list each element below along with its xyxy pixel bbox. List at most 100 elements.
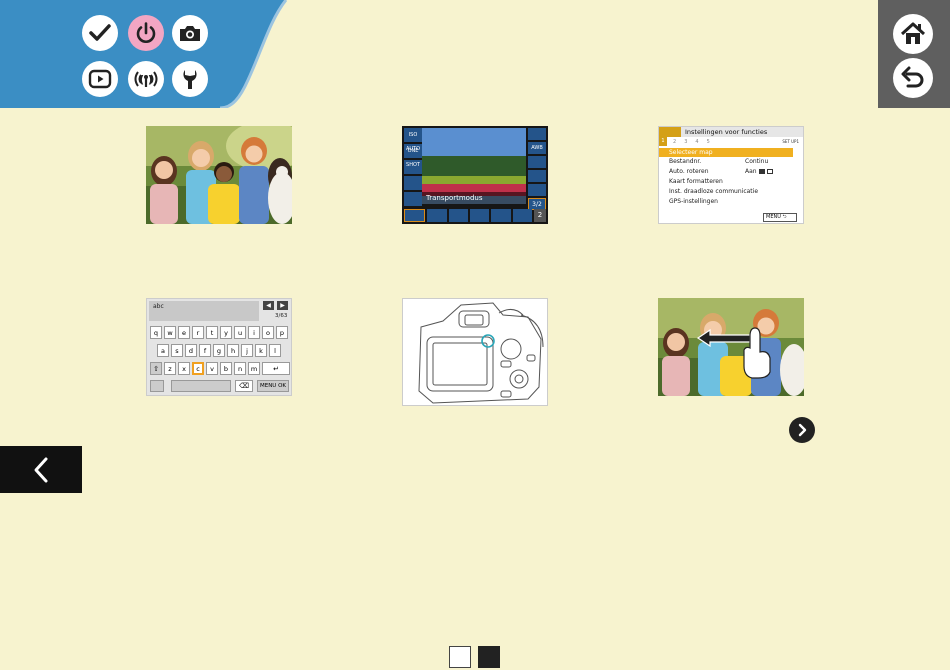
power-icon[interactable] bbox=[128, 15, 164, 51]
page-indicator-1[interactable] bbox=[449, 646, 471, 668]
key[interactable]: h bbox=[227, 344, 239, 357]
drive-option-single[interactable] bbox=[404, 209, 426, 222]
keyboard-row-1: q w e r t y u i o p bbox=[150, 326, 288, 339]
swipe-gesture-photo-thumbnail[interactable] bbox=[658, 298, 804, 396]
menu-row-file-numbering[interactable]: Bestandnr. Continu bbox=[659, 157, 803, 167]
quick-item-metering[interactable] bbox=[404, 176, 422, 190]
wireless-icon[interactable]: (ı) bbox=[128, 61, 164, 97]
quick-item-lighting[interactable] bbox=[528, 170, 546, 182]
key[interactable]: j bbox=[241, 344, 253, 357]
text-entry-field[interactable]: abc bbox=[149, 301, 259, 321]
quick-page-number: 2 bbox=[533, 209, 546, 222]
wrench-icon[interactable] bbox=[172, 61, 208, 97]
drive-option-low[interactable] bbox=[448, 209, 468, 222]
quick-control-screen-thumbnail[interactable]: ISO AUTO ONE SHOT AWB 3/2 Transportmodus… bbox=[402, 126, 548, 224]
menu-tab-1[interactable]: 1 bbox=[659, 137, 667, 146]
key[interactable]: a bbox=[157, 344, 169, 357]
quick-drive-options: 2 bbox=[404, 209, 546, 222]
quick-caption: Transportmodus bbox=[426, 194, 483, 202]
cursor-left-icon[interactable]: ◀ bbox=[263, 301, 274, 310]
quick-item-picture-style[interactable] bbox=[528, 156, 546, 168]
camera-icon[interactable] bbox=[172, 15, 208, 51]
menu-row-selected[interactable]: Selecteer map bbox=[659, 148, 793, 157]
menu-tab-4[interactable]: 4 bbox=[695, 139, 698, 145]
menu-row-auto-rotate[interactable]: Auto. roteren Aan bbox=[659, 167, 803, 177]
key[interactable]: u bbox=[234, 326, 246, 339]
input-mode-key-icon[interactable] bbox=[150, 380, 164, 392]
settings-menu-thumbnail[interactable]: Instellingen voor functies 1 2 3 4 5 SET… bbox=[658, 126, 804, 224]
menu-back-button[interactable]: MENU ⮌ bbox=[763, 213, 797, 222]
key[interactable]: i bbox=[248, 326, 260, 339]
key[interactable]: p bbox=[276, 326, 288, 339]
play-icon[interactable] bbox=[82, 61, 118, 97]
menu-row-label: Bestandnr. bbox=[669, 158, 702, 165]
quick-item-iso[interactable]: ISO AUTO bbox=[404, 128, 422, 152]
camera-back-illustration bbox=[402, 298, 548, 406]
page-indicator-2[interactable] bbox=[478, 646, 500, 668]
quick-item-back[interactable] bbox=[528, 128, 546, 140]
monitor-small-icon bbox=[767, 169, 773, 174]
key[interactable]: l bbox=[269, 344, 281, 357]
menu-row-format-card[interactable]: Kaart formatteren bbox=[659, 177, 803, 187]
key[interactable]: z bbox=[164, 362, 176, 375]
key[interactable]: f bbox=[199, 344, 211, 357]
quick-right-column: AWB 3/2 bbox=[528, 128, 546, 210]
previous-page-tab[interactable] bbox=[0, 446, 82, 493]
key-selected[interactable]: c bbox=[192, 362, 204, 375]
quick-item-quality[interactable] bbox=[404, 192, 422, 206]
drive-option-timer2[interactable] bbox=[491, 209, 511, 222]
quick-item-creative[interactable] bbox=[528, 184, 546, 196]
menu-button-label: MENU bbox=[766, 214, 781, 220]
menu-row-value: Continu bbox=[745, 158, 769, 165]
wrench-tab-icon bbox=[659, 127, 681, 137]
key[interactable]: b bbox=[220, 362, 232, 375]
menu-title-bar: Instellingen voor functies bbox=[659, 127, 803, 137]
menu-ok-button[interactable]: MENU OK bbox=[257, 380, 289, 392]
key[interactable]: r bbox=[192, 326, 204, 339]
family-photo-thumbnail[interactable] bbox=[146, 126, 292, 224]
key[interactable]: q bbox=[150, 326, 162, 339]
chevron-right-icon bbox=[798, 423, 807, 437]
backspace-key-icon[interactable]: ⌫ bbox=[235, 380, 253, 392]
key[interactable]: e bbox=[178, 326, 190, 339]
quick-left-column: ISO AUTO ONE SHOT bbox=[404, 128, 422, 208]
menu-tab-3[interactable]: 3 bbox=[684, 139, 687, 145]
check-icon[interactable] bbox=[82, 15, 118, 51]
key[interactable]: o bbox=[262, 326, 274, 339]
header-bar: (ı) bbox=[0, 0, 950, 108]
cursor-right-icon[interactable]: ▶ bbox=[277, 301, 288, 310]
enter-key-icon[interactable]: ↵ bbox=[262, 362, 290, 375]
key[interactable]: m bbox=[248, 362, 260, 375]
drive-option-timer[interactable] bbox=[469, 209, 490, 222]
menu-row-label: Auto. roteren bbox=[669, 168, 709, 175]
drive-option-high[interactable] bbox=[427, 209, 447, 222]
next-page-button[interactable] bbox=[789, 417, 815, 443]
key[interactable]: v bbox=[206, 362, 218, 375]
key[interactable]: w bbox=[164, 326, 176, 339]
key[interactable]: d bbox=[185, 344, 197, 357]
return-small-icon: ⮌ bbox=[782, 214, 787, 220]
menu-tab-5[interactable]: 5 bbox=[707, 139, 710, 145]
home-icon[interactable] bbox=[893, 14, 933, 54]
key[interactable]: k bbox=[255, 344, 267, 357]
keyboard-thumbnail[interactable]: abc ◀ ▶ 3/63 q w e r t y u i o p a s d f… bbox=[146, 298, 292, 396]
key[interactable]: t bbox=[206, 326, 218, 339]
key[interactable]: g bbox=[213, 344, 225, 357]
shift-key-icon[interactable]: ⇧ bbox=[150, 362, 162, 375]
return-icon[interactable] bbox=[893, 58, 933, 98]
quick-item-wb[interactable]: AWB bbox=[528, 142, 546, 154]
drive-option-timerc[interactable] bbox=[512, 209, 532, 222]
key[interactable]: x bbox=[178, 362, 190, 375]
character-counter: 3/63 bbox=[275, 313, 288, 319]
menu-row-wireless[interactable]: Inst. draadloze communicatie bbox=[659, 187, 803, 197]
key[interactable]: s bbox=[171, 344, 183, 357]
keyboard-row-2: a s d f g h j k l bbox=[157, 344, 281, 357]
chevron-left-icon bbox=[34, 457, 48, 482]
menu-row-gps[interactable]: GPS-instellingen bbox=[659, 197, 803, 207]
key[interactable]: y bbox=[220, 326, 232, 339]
space-key[interactable] bbox=[171, 380, 231, 392]
menu-tab-row: 1 2 3 4 5 SET UP1 bbox=[659, 137, 803, 146]
keyboard-row-3: ⇧ z x c v b n m ↵ bbox=[150, 362, 290, 375]
key[interactable]: n bbox=[234, 362, 246, 375]
menu-tab-2[interactable]: 2 bbox=[673, 139, 676, 145]
